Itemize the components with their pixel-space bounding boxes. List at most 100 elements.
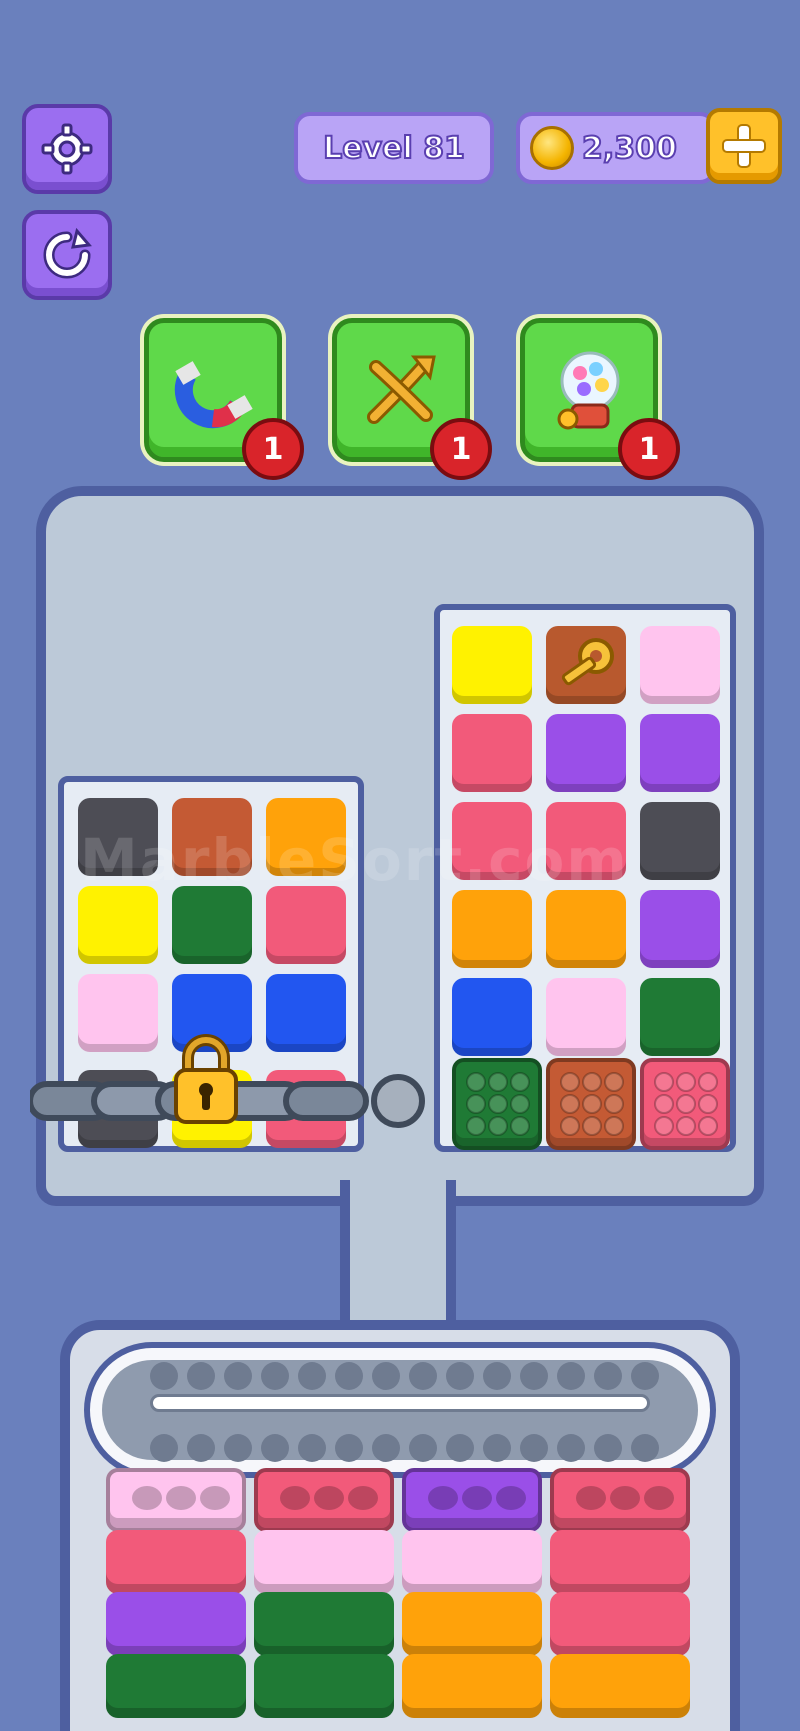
conveyor-slot [631,1434,659,1462]
conveyor-slot [594,1434,622,1462]
conveyor-slot [409,1434,437,1462]
stack-peg [496,1486,526,1510]
conveyor-slot [446,1434,474,1462]
conveyor-slot [150,1362,178,1390]
conveyor-slot [520,1362,548,1390]
stack-peg [280,1486,310,1510]
stack-block-green [254,1592,394,1656]
conveyor-slot [372,1362,400,1390]
coin-amount: 2,300 [581,130,678,167]
magnet-count-badge: 1 [242,418,304,480]
marble-box-red[interactable] [640,1058,730,1150]
tile-red[interactable] [266,886,346,964]
conveyor-slot [594,1362,622,1390]
stack-block-red [550,1530,690,1594]
marble-box-brown[interactable] [546,1058,636,1150]
level-indicator: Level 81 [294,112,494,184]
conveyor-rail [150,1394,650,1412]
padlock-icon[interactable] [172,1032,240,1126]
stack-block-pink [254,1530,394,1594]
settings-button[interactable] [22,104,112,194]
tile-pink[interactable] [640,626,720,704]
stack-block-red[interactable] [254,1468,394,1532]
stack-peg [610,1486,640,1510]
coin-counter: 2,300 [516,112,716,184]
marble-dots-icon [466,1072,530,1136]
shuffle-count: 1 [450,431,472,467]
shuffle-icon [367,355,436,424]
gumball-count-badge: 1 [618,418,680,480]
stack-block-orange [550,1654,690,1718]
coin-icon [530,126,574,170]
stack-block-red [106,1530,246,1594]
tile-purple[interactable] [546,714,626,792]
conveyor-slot [224,1434,252,1462]
restart-icon [43,227,92,279]
stack-block-green [106,1654,246,1718]
magnet-count: 1 [262,431,284,467]
conveyor-slot [409,1362,437,1390]
tile-yellow[interactable] [78,886,158,964]
stack-peg [132,1486,162,1510]
marble-dots-icon [560,1072,624,1136]
conveyor-slot [335,1362,363,1390]
tile-pink[interactable] [78,974,158,1052]
tile-red[interactable] [452,714,532,792]
stack-block-red [550,1592,690,1656]
tile-green[interactable] [640,978,720,1056]
tile-orange[interactable] [546,890,626,968]
stack-block-purple[interactable] [402,1468,542,1532]
tile-purple[interactable] [640,890,720,968]
gumball-machine-icon [557,351,620,430]
tile-yellow[interactable] [452,626,532,704]
stack-block-red[interactable] [550,1468,690,1532]
tile-gray[interactable] [640,802,720,880]
stack-block-orange [402,1654,542,1718]
key-icon [561,638,614,686]
gumball-count: 1 [638,431,660,467]
conveyor-slot [150,1434,178,1462]
tile-pink[interactable] [546,978,626,1056]
stack-peg [576,1486,606,1510]
stack-block-purple [106,1592,246,1656]
conveyor-slot [298,1434,326,1462]
plus-icon [722,124,766,168]
conveyor-slot [557,1362,585,1390]
stack-peg [166,1486,196,1510]
tile-blue[interactable] [452,978,532,1056]
tile-purple[interactable] [640,714,720,792]
conveyor-slot [483,1434,511,1462]
marble-dots-icon [654,1072,718,1136]
stack-peg [200,1486,230,1510]
conveyor-slot [446,1362,474,1390]
stack-block-pink[interactable] [106,1468,246,1532]
conveyor-slot [631,1362,659,1390]
conveyor-slot [372,1434,400,1462]
marble-box-green[interactable] [452,1058,542,1150]
tile-green[interactable] [172,886,252,964]
watermark-text: MarbleSort.com [80,826,629,894]
conveyor-slot [298,1362,326,1390]
stack-block-green [254,1654,394,1718]
conveyor-slot [187,1362,215,1390]
stack-peg [462,1486,492,1510]
conveyor-slot [187,1434,215,1462]
restart-button[interactable] [22,210,112,300]
add-coins-button[interactable] [706,108,782,184]
conveyor-slot [335,1434,363,1462]
stack-block-orange [402,1592,542,1656]
stack-peg [348,1486,378,1510]
tile-orange[interactable] [452,890,532,968]
level-label: Level 81 [322,130,466,167]
key-tile[interactable] [546,626,626,704]
conveyor-slot [261,1434,289,1462]
stack-block-pink [402,1530,542,1594]
conveyor-slot [520,1434,548,1462]
conveyor-slot [483,1362,511,1390]
stack-peg [314,1486,344,1510]
tile-blue[interactable] [266,974,346,1052]
stack-peg [644,1486,674,1510]
shuffle-count-badge: 1 [430,418,492,480]
stack-peg [428,1486,458,1510]
marble-conveyor [84,1342,716,1478]
